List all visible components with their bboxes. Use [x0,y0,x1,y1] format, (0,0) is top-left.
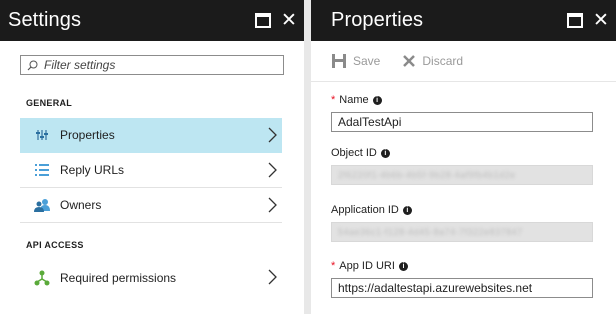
command-bar: Save Discard [311,41,616,82]
chevron-right-icon [268,269,277,285]
name-label-text: Name [339,94,369,106]
chevron-right-icon [268,162,277,178]
properties-icon [34,127,50,143]
app-id-uri-field: * App ID URI i [311,259,616,298]
object-id-value: 2f6220f1-4b6b-4b5f-9b28-4af9fb4b1d2e [331,165,593,185]
required-marker: * [331,94,336,106]
sidebar-item-label: Reply URLs [60,163,125,177]
sidebar-item-reply-urls[interactable]: Reply URLs [20,153,282,188]
info-icon[interactable]: i [402,205,412,215]
application-id-text: 54ae36c1-f128-4d45-8a74-7f322e837847 [338,227,523,237]
sidebar-item-required-permissions[interactable]: Required permissions [20,260,282,295]
close-button[interactable]: ✕ [590,10,612,32]
maximize-button[interactable] [252,10,274,32]
required-marker: * [331,260,336,272]
discard-icon [403,55,416,67]
filter-settings-input[interactable] [42,57,266,73]
section-label-api-access: API ACCESS [26,240,84,250]
properties-blade: Properties ✕ Save Discard * Name i AdalT… [311,0,616,314]
maximize-icon [255,13,271,28]
settings-title: Settings [8,9,82,31]
name-input[interactable] [331,112,593,132]
filter-box[interactable] [20,55,284,75]
permissions-icon [34,270,50,286]
application-id-value: 54ae36c1-f128-4d45-8a74-7f322e837847 [331,222,593,242]
maximize-icon [567,13,583,28]
section-label-general: GENERAL [26,98,73,108]
object-id-label: Object ID i [331,146,616,160]
search-icon [27,60,38,70]
app-id-uri-input[interactable] [331,278,593,298]
properties-title: Properties [331,9,424,31]
name-field: * Name i [311,93,616,132]
save-label: Save [353,54,381,68]
info-icon[interactable]: i [380,148,390,158]
save-icon [332,54,346,68]
properties-header: Properties ✕ [311,0,616,41]
application-id-label: Application ID i [331,203,616,217]
sidebar-item-label: Properties [60,128,115,142]
object-id-field: Object ID i 2f6220f1-4b6b-4b5f-9b28-4af9… [311,146,616,185]
sidebar-item-label: Required permissions [60,270,177,285]
settings-blade: Settings ✕ GENERAL Properties [0,0,304,314]
name-label: * Name i [331,93,616,107]
maximize-button[interactable] [564,10,586,32]
object-id-label-text: Object ID [331,147,377,159]
app-id-uri-label-text: App ID URI [339,260,395,272]
chevron-right-icon [268,197,277,213]
users-icon [34,197,50,213]
application-id-field: Application ID i 54ae36c1-f128-4d45-8a74… [311,203,616,242]
info-icon[interactable]: i [372,95,382,105]
list-icon [34,162,50,178]
app-id-uri-label: * App ID URI i [331,259,616,273]
close-icon: ✕ [281,10,297,31]
sidebar-item-properties[interactable]: Properties [20,118,282,153]
info-icon[interactable]: i [398,261,408,271]
discard-label: Discard [422,54,464,68]
discard-button[interactable]: Discard [402,54,463,68]
settings-header: Settings ✕ [0,0,304,41]
sidebar-item-label: Owners [60,198,102,212]
chevron-right-icon [268,127,277,143]
close-button[interactable]: ✕ [278,10,300,32]
sidebar-item-owners[interactable]: Owners [20,188,282,223]
object-id-text: 2f6220f1-4b6b-4b5f-9b28-4af9fb4b1d2e [338,170,516,180]
save-button[interactable]: Save [331,53,380,69]
application-id-label-text: Application ID [331,204,399,216]
close-icon: ✕ [593,10,609,31]
